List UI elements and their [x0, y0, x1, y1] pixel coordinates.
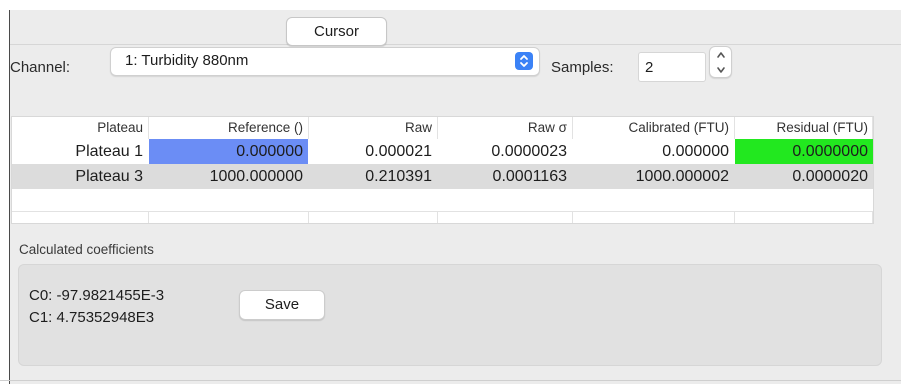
table-row-empty[interactable]: [12, 189, 873, 212]
samples-value: 2: [645, 59, 654, 76]
cell-residual[interactable]: 0.0000000: [735, 139, 873, 164]
chevron-down-icon[interactable]: [710, 62, 731, 77]
cell-reference[interactable]: 0.000000: [149, 139, 308, 164]
coefficient-c0: C0: -97.9821455E-3: [29, 287, 165, 304]
cell-plateau[interactable]: Plateau 3: [12, 164, 148, 189]
cell-residual[interactable]: 0.0000020: [735, 164, 873, 189]
samples-label: Samples:: [551, 59, 614, 76]
samples-stepper[interactable]: [709, 46, 732, 78]
coefficient-c1: C1: 4.75352948E3: [29, 309, 155, 326]
chevron-updown-icon[interactable]: [515, 52, 533, 70]
cell-raw[interactable]: 0.210391: [309, 164, 437, 189]
column-header-reference[interactable]: Reference (): [149, 117, 308, 139]
table-row[interactable]: Plateau 3 1000.000000 0.210391 0.0001163…: [12, 164, 873, 189]
channel-selected-value: 1: Turbidity 880nm: [125, 52, 249, 69]
column-header-calibrated[interactable]: Calibrated (FTU): [573, 117, 734, 139]
table-row[interactable]: Plateau 1 0.000000 0.000021 0.0000023 0.…: [12, 139, 873, 164]
tab-cursor[interactable]: Cursor: [286, 17, 387, 46]
channel-select[interactable]: 1: Turbidity 880nm: [110, 47, 540, 76]
bottom-divider: [0, 380, 901, 381]
tab-bar: [10, 10, 901, 34]
column-header-raw[interactable]: Raw: [309, 117, 437, 139]
plateau-table: Plateau Reference () Raw Raw σ Calibrate…: [11, 116, 874, 224]
coefficients-panel: C0: -97.9821455E-3 C1: 4.75352948E3 Save: [18, 264, 882, 366]
column-header-residual[interactable]: Residual (FTU): [735, 117, 873, 139]
column-header-raw-sigma[interactable]: Raw σ: [438, 117, 572, 139]
save-button[interactable]: Save: [239, 290, 325, 320]
coefficients-label: Calculated coefficients: [19, 242, 154, 257]
cell-reference[interactable]: 1000.000000: [149, 164, 308, 189]
cell-plateau[interactable]: Plateau 1: [12, 139, 148, 164]
chevron-up-icon[interactable]: [710, 47, 731, 62]
cell-calibrated[interactable]: 0.000000: [573, 139, 734, 164]
cell-raw[interactable]: 0.000021: [309, 139, 437, 164]
cell-raw-sigma[interactable]: 0.0001163: [438, 164, 572, 189]
samples-input[interactable]: 2: [638, 52, 706, 82]
cell-calibrated[interactable]: 1000.000002: [573, 164, 734, 189]
cell-raw-sigma[interactable]: 0.0000023: [438, 139, 572, 164]
table-header: Plateau Reference () Raw Raw σ Calibrate…: [12, 117, 873, 139]
tab-bar-divider: [10, 44, 901, 45]
channel-label: Channel:: [10, 59, 71, 76]
column-header-plateau[interactable]: Plateau: [12, 117, 148, 139]
